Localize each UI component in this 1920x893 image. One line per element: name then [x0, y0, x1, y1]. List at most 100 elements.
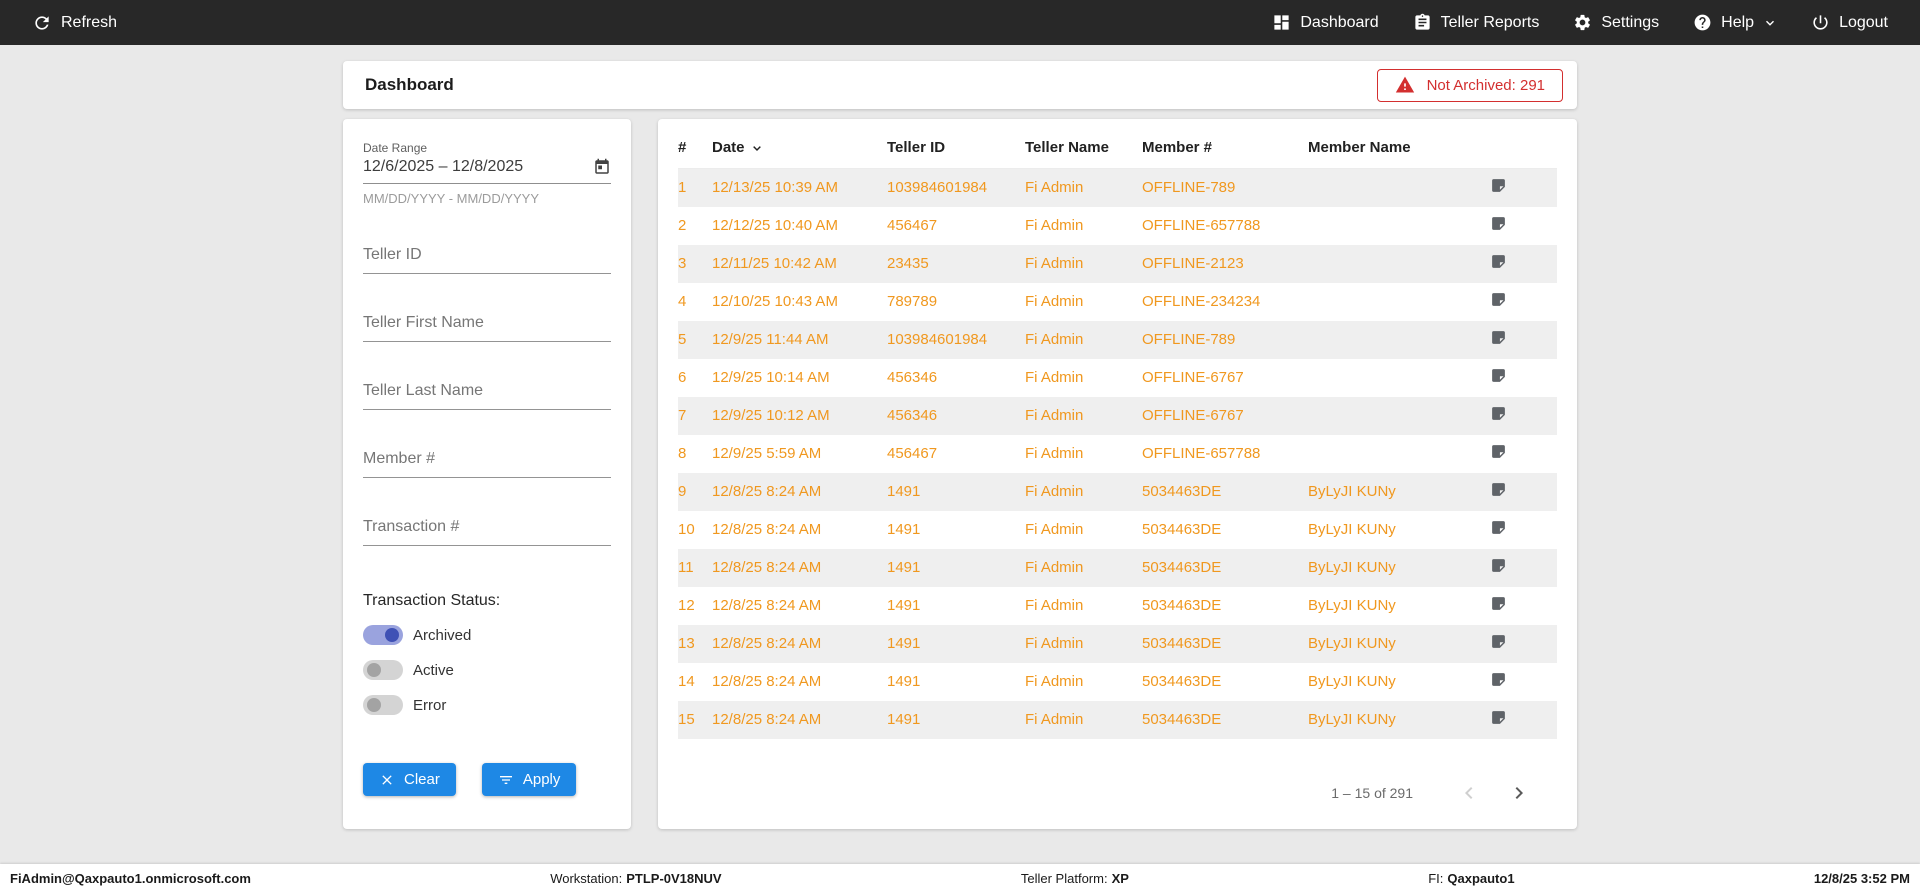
col-header-num: #	[678, 139, 687, 156]
row-member-name	[1308, 283, 1484, 321]
table-row[interactable]: 3 12/11/25 10:42 AM 23435 Fi Admin OFFLI…	[678, 244, 1557, 283]
refresh-button[interactable]: Refresh	[32, 13, 117, 33]
toggle-archived[interactable]: Archived	[363, 625, 611, 645]
row-teller-name: Fi Admin	[1025, 483, 1084, 500]
row-member-name	[1308, 435, 1484, 473]
nav-settings-label: Settings	[1601, 13, 1660, 31]
page-title: Dashboard	[365, 75, 454, 94]
col-header-teller-name: Teller Name	[1025, 139, 1109, 156]
row-date: 12/9/25 5:59 AM	[712, 445, 822, 462]
note-icon[interactable]	[1490, 557, 1507, 574]
table-row[interactable]: 8 12/9/25 5:59 AM 456467 Fi Admin OFFLIN…	[678, 435, 1557, 473]
table-row[interactable]: 2 12/12/25 10:40 AM 456467 Fi Admin OFFL…	[678, 207, 1557, 245]
table-row[interactable]: 12 12/8/25 8:24 AM 1491 Fi Admin 5034463…	[678, 587, 1557, 625]
member-number-input[interactable]	[363, 450, 611, 478]
row-number: 11	[678, 559, 694, 576]
row-member-number: OFFLINE-6767	[1142, 407, 1244, 424]
row-teller-name: Fi Admin	[1025, 521, 1084, 538]
statusbar-user: FiAdmin@Qaxpauto1.onmicrosoft.com	[10, 871, 251, 886]
note-icon[interactable]	[1490, 367, 1507, 384]
row-teller-name: Fi Admin	[1025, 217, 1084, 234]
row-member-number: 5034463DE	[1142, 673, 1222, 690]
note-icon[interactable]	[1490, 709, 1507, 726]
teller-id-input[interactable]	[363, 246, 611, 274]
transaction-number-input[interactable]	[363, 518, 611, 546]
row-teller-id: 1491	[887, 673, 921, 690]
table-row[interactable]: 9 12/8/25 8:24 AM 1491 Fi Admin 5034463D…	[678, 472, 1557, 511]
row-member-name	[1308, 169, 1484, 207]
row-teller-id: 1491	[887, 483, 921, 500]
row-teller-name: Fi Admin	[1025, 635, 1084, 652]
date-range-hint: MM/DD/YYYY - MM/DD/YYYY	[363, 191, 540, 206]
note-icon[interactable]	[1490, 595, 1507, 612]
note-icon[interactable]	[1490, 519, 1507, 536]
row-teller-name: Fi Admin	[1025, 331, 1084, 348]
row-teller-id: 23435	[887, 255, 929, 272]
clear-button[interactable]: Clear	[363, 763, 456, 796]
nav-logout[interactable]: Logout	[1811, 13, 1888, 32]
row-date: 12/8/25 8:24 AM	[712, 673, 822, 690]
note-icon[interactable]	[1490, 329, 1507, 346]
row-member-number: OFFLINE-6767	[1142, 369, 1244, 386]
nav-settings[interactable]: Settings	[1573, 13, 1659, 32]
date-range-input[interactable]: 12/6/2025 – 12/8/2025	[363, 155, 611, 184]
previous-page-button[interactable]	[1457, 781, 1481, 805]
chevron-down-icon	[1763, 16, 1777, 30]
toggle-active[interactable]: Active	[363, 660, 611, 680]
table-row[interactable]: 6 12/9/25 10:14 AM 456346 Fi Admin OFFLI…	[678, 359, 1557, 397]
col-header-actions	[1484, 129, 1557, 169]
note-icon[interactable]	[1490, 405, 1507, 422]
row-date: 12/8/25 8:24 AM	[712, 635, 822, 652]
row-teller-name: Fi Admin	[1025, 369, 1084, 386]
row-member-name: ByLyJI KUNy	[1308, 559, 1396, 576]
row-number: 1	[678, 179, 687, 197]
active-switch[interactable]	[363, 660, 403, 680]
nav-dashboard-label: Dashboard	[1300, 13, 1379, 31]
table-row[interactable]: 14 12/8/25 8:24 AM 1491 Fi Admin 5034463…	[678, 663, 1557, 701]
col-header-date[interactable]: Date	[712, 129, 887, 169]
apply-button[interactable]: Apply	[481, 763, 577, 796]
row-teller-name: Fi Admin	[1025, 255, 1084, 272]
note-icon[interactable]	[1490, 291, 1507, 308]
row-member-name: ByLyJI KUNy	[1308, 635, 1396, 652]
nav-dashboard[interactable]: Dashboard	[1272, 13, 1379, 32]
statusbar-teller-platform: Teller Platform: XP	[1020, 871, 1129, 886]
row-number: 5	[678, 331, 687, 348]
nav-help[interactable]: Help	[1693, 13, 1777, 32]
statusbar-fi: FI: Qaxpauto1	[1428, 871, 1515, 886]
row-member-name: ByLyJI KUNy	[1308, 673, 1396, 690]
date-range-value: 12/6/2025 – 12/8/2025	[363, 158, 524, 175]
note-icon[interactable]	[1490, 215, 1507, 232]
warning-icon	[1395, 75, 1415, 95]
table-row[interactable]: 5 12/9/25 11:44 AM 103984601984 Fi Admin…	[678, 320, 1557, 359]
error-switch[interactable]	[363, 695, 403, 715]
nav-teller-reports-label: Teller Reports	[1440, 13, 1540, 31]
next-page-button[interactable]	[1507, 781, 1531, 805]
teller-last-name-input[interactable]	[363, 382, 611, 410]
filter-icon	[498, 772, 514, 788]
table-row[interactable]: 13 12/8/25 8:24 AM 1491 Fi Admin 5034463…	[678, 624, 1557, 663]
toggle-error[interactable]: Error	[363, 695, 611, 715]
calendar-icon[interactable]	[593, 158, 611, 176]
topbar: Refresh Dashboard Teller Reports Setting…	[0, 0, 1920, 45]
col-header-teller-id: Teller ID	[887, 139, 946, 156]
note-icon[interactable]	[1490, 633, 1507, 650]
note-icon[interactable]	[1490, 177, 1507, 194]
table-row[interactable]: 15 12/8/25 8:24 AM 1491 Fi Admin 5034463…	[678, 700, 1557, 739]
table-row[interactable]: 7 12/9/25 10:12 AM 456346 Fi Admin OFFLI…	[678, 396, 1557, 435]
note-icon[interactable]	[1490, 481, 1507, 498]
note-icon[interactable]	[1490, 253, 1507, 270]
nav-teller-reports[interactable]: Teller Reports	[1413, 13, 1540, 32]
table-row[interactable]: 1 12/13/25 10:39 AM 103984601984 Fi Admi…	[678, 168, 1557, 207]
statusbar-workstation: Workstation: PTLP-0V18NUV	[550, 871, 722, 886]
table-row[interactable]: 4 12/10/25 10:43 AM 789789 Fi Admin OFFL…	[678, 283, 1557, 321]
archived-switch[interactable]	[363, 625, 403, 645]
topbar-nav: Dashboard Teller Reports Settings Help L…	[1272, 13, 1888, 32]
note-icon[interactable]	[1490, 671, 1507, 688]
refresh-label: Refresh	[61, 13, 118, 31]
row-teller-id: 789789	[887, 293, 938, 310]
table-row[interactable]: 10 12/8/25 8:24 AM 1491 Fi Admin 5034463…	[678, 511, 1557, 549]
note-icon[interactable]	[1490, 443, 1507, 460]
teller-first-name-input[interactable]	[363, 314, 611, 342]
table-row[interactable]: 11 12/8/25 8:24 AM 1491 Fi Admin 5034463…	[678, 548, 1557, 587]
